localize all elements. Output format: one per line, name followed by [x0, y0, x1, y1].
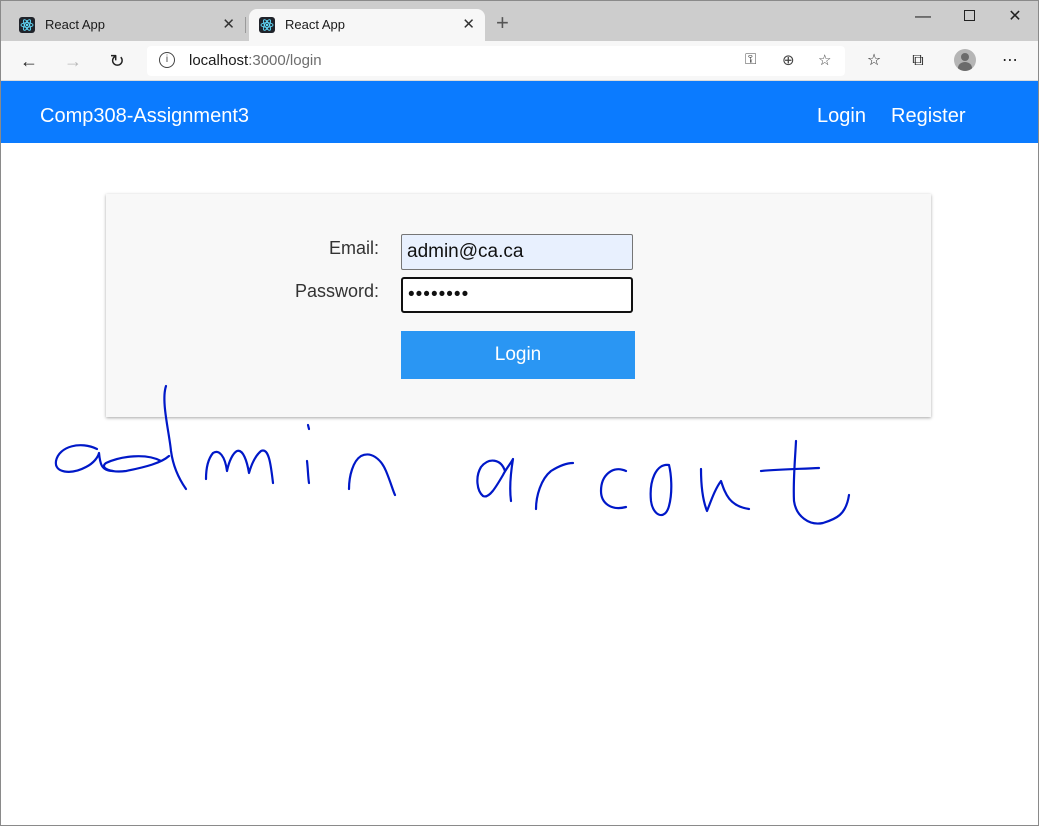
tab-react-app-2[interactable]: React App ✕ [249, 9, 485, 41]
close-window-icon[interactable]: ✕ [992, 5, 1038, 29]
email-label: Email: [328, 238, 379, 258]
minimize-icon[interactable]: — [900, 5, 946, 29]
new-tab-button[interactable]: + [496, 11, 509, 35]
maximize-icon[interactable] [946, 5, 992, 29]
site-info-icon[interactable]: i [159, 52, 175, 68]
url-path: :3000/login [248, 52, 322, 69]
back-icon[interactable]: ← [17, 49, 41, 73]
reload-icon[interactable]: ↻ [105, 49, 129, 73]
favorites-icon[interactable]: ☆ [862, 49, 886, 73]
forward-icon[interactable]: → [61, 49, 85, 73]
avatar-head [961, 53, 969, 61]
profile-avatar[interactable] [954, 49, 976, 71]
tab-divider [245, 17, 246, 33]
tab-strip: React App ✕ React App ✕ + — ✕ [1, 1, 1038, 41]
tab-title: React App [285, 17, 345, 32]
password-label: Password: [294, 281, 379, 301]
nav-login-link[interactable]: Login [817, 105, 866, 128]
nav-register-link[interactable]: Register [891, 105, 965, 128]
collections-icon[interactable]: ⧉ [906, 49, 930, 73]
zoom-icon[interactable]: ⊕ [782, 51, 795, 69]
add-favorite-icon[interactable]: ☆ [818, 51, 831, 69]
app-navbar: Comp308-Assignment3 Login Register [1, 81, 1038, 143]
browser-toolbar: ← → ↻ i localhost:3000/login ⚿ ⊕ ☆ ☆ ⧉ ⋯ [1, 41, 1038, 81]
app-brand[interactable]: Comp308-Assignment3 [40, 105, 249, 128]
address-url: localhost:3000/login [189, 52, 322, 69]
more-icon[interactable]: ⋯ [998, 49, 1022, 73]
close-tab-icon[interactable]: ✕ [462, 15, 475, 33]
password-field[interactable] [401, 277, 633, 313]
browser-window: React App ✕ React App ✕ + — ✕ ← → ↻ i lo… [0, 0, 1039, 826]
url-host: localhost [189, 52, 249, 69]
key-icon[interactable]: ⚿ [745, 51, 756, 68]
login-button[interactable]: Login [401, 331, 635, 379]
tab-react-app-1[interactable]: React App ✕ [9, 9, 245, 41]
login-card: Email: Password: Login [106, 194, 931, 417]
address-bar[interactable]: i localhost:3000/login ⚿ ⊕ ☆ [147, 46, 845, 76]
tab-title: React App [45, 17, 105, 32]
avatar-body [958, 62, 972, 71]
close-tab-icon[interactable]: ✕ [222, 15, 235, 33]
react-favicon-icon [259, 17, 275, 33]
react-favicon-icon [19, 17, 35, 33]
email-field[interactable] [401, 234, 633, 270]
